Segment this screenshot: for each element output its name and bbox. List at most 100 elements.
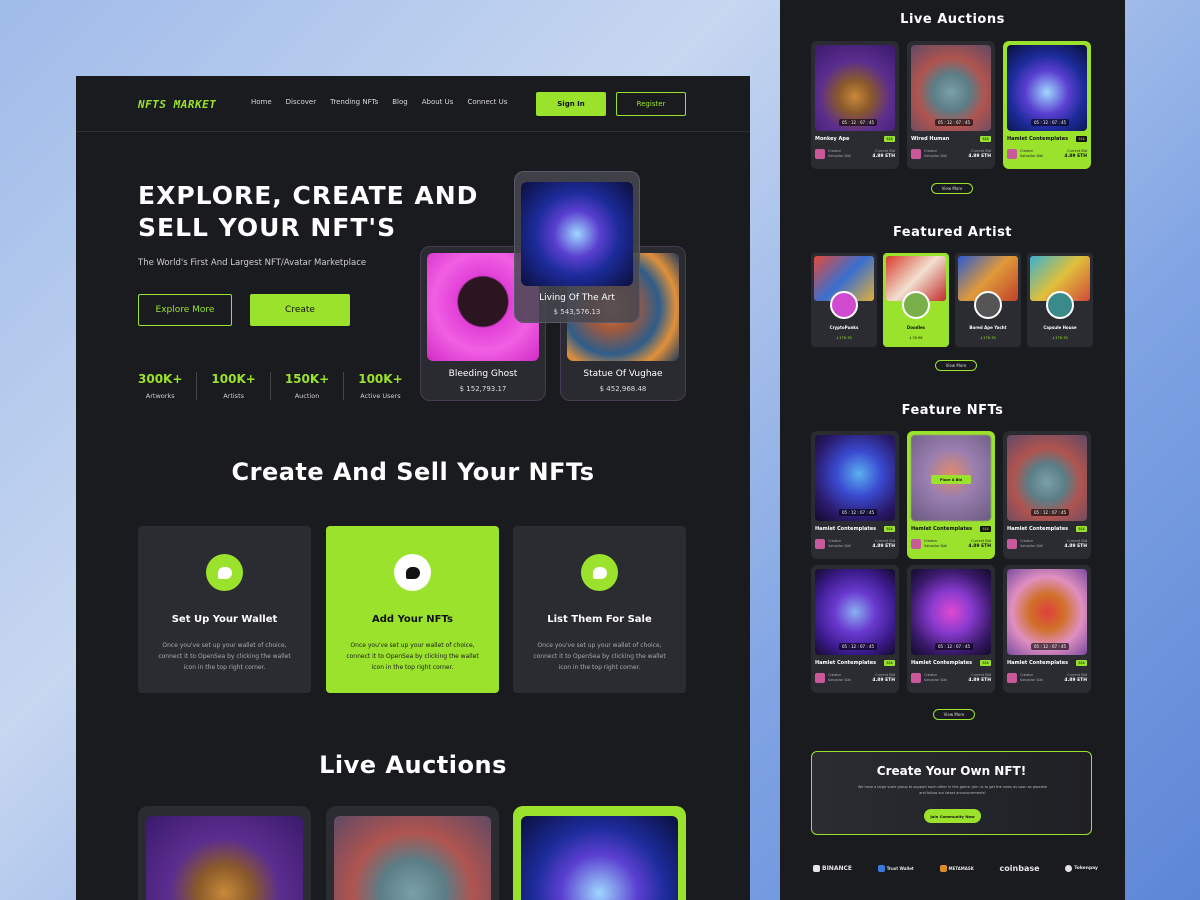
explore-more-button[interactable]: Explore More — [138, 294, 232, 326]
nav-link-about[interactable]: About Us — [422, 98, 454, 106]
artist-name: CryptoPunks — [829, 325, 859, 330]
brand-trust-wallet: Trust Wallet — [877, 865, 914, 872]
creator-avatar — [815, 149, 825, 159]
creator-info: Creator Salvador Dali — [828, 673, 851, 683]
auction-card[interactable] — [326, 806, 499, 900]
creator-info: Creator Salvador Dali — [828, 539, 851, 549]
fox-icon — [939, 865, 947, 872]
stat-auction: 150K+ Auction — [269, 372, 343, 400]
stat-number: 100K+ — [211, 372, 256, 386]
creator-info: Creator Salvador Dali — [1020, 539, 1043, 549]
feature-nft-card[interactable]: Place A Bid Hamlet Contemplates $$$ Crea… — [907, 431, 995, 559]
step-card-add-nfts[interactable]: Add Your NFTs Once you've set up your wa… — [326, 526, 499, 693]
brand-coinbase: coinbase — [1000, 864, 1040, 873]
creator-avatar — [1007, 149, 1017, 159]
creator-avatar — [1007, 539, 1017, 549]
view-more-button[interactable]: View More — [935, 360, 977, 371]
nav-link-discover[interactable]: Discover — [286, 98, 316, 106]
feature-nft-card[interactable]: 05 : 12 : 07 : 45 Hamlet Contemplates $$… — [811, 565, 899, 693]
nft-name: Hamlet Contemplates — [815, 526, 877, 532]
logo[interactable]: NFTS MARKET — [138, 98, 216, 111]
artist-price: ‡ 76.98 — [909, 336, 923, 340]
brand-name: BINANCE — [822, 865, 852, 872]
current-bid: Current Bid 4.89 ETH — [872, 673, 895, 683]
view-more-button[interactable]: View More — [931, 183, 973, 194]
nav-link-connect[interactable]: Connect Us — [467, 98, 507, 106]
artist-avatar — [1046, 291, 1074, 319]
current-bid: Current Bid 4.89 ETH — [968, 149, 991, 159]
creator-name: Salvador Dali — [924, 544, 948, 548]
countdown-timer: 05 : 12 : 07 : 45 — [935, 119, 974, 126]
create-button[interactable]: Create — [250, 294, 350, 326]
step-title: Add Your NFTs — [372, 614, 453, 625]
feature-nft-card[interactable]: 05 : 12 : 07 : 45 Hamlet Contemplates $$… — [811, 431, 899, 559]
nft-image — [521, 816, 678, 900]
artist-avatar — [974, 291, 1002, 319]
nav-link-home[interactable]: Home — [251, 98, 272, 106]
auction-card[interactable]: 05 : 12 : 07 : 45 Hamlet Contemplates $$… — [1003, 41, 1091, 169]
place-bid-button[interactable]: Place A Bid — [931, 475, 971, 484]
feature-nft-card[interactable]: 05 : 12 : 07 : 45 Hamlet Contemplates $$… — [1003, 565, 1091, 693]
stat-label: Artists — [223, 392, 244, 400]
countdown-timer: 05 : 12 : 07 : 45 — [1031, 643, 1070, 650]
nft-name: Hamlet Contemplates — [1007, 526, 1069, 532]
auction-card[interactable]: 05 : 12 : 07 : 45 Wired Human $$$ Creato… — [907, 41, 995, 169]
nft-image — [334, 816, 491, 900]
step-card-list-for-sale[interactable]: List Them For Sale Once you've set up yo… — [513, 526, 686, 693]
creator-name: Salvador Dali — [828, 544, 852, 548]
auction-card[interactable] — [138, 806, 311, 900]
countdown-timer: 05 : 12 : 07 : 45 — [1031, 119, 1070, 126]
price-badge: $$$ — [884, 660, 895, 666]
nft-name: Hamlet Contemplates — [1007, 136, 1069, 142]
artist-name: Capsule House — [1043, 325, 1077, 330]
brand-metamask: METAMASK — [939, 865, 974, 872]
brand-binance: BINANCE — [813, 865, 852, 872]
auction-card[interactable]: 05 : 12 : 07 : 45 Monkey Ape $$$ Creator… — [811, 41, 899, 169]
price-badge: $$$ — [1076, 526, 1087, 532]
auction-card[interactable] — [513, 806, 686, 900]
nft-name: Hamlet Contemplates — [911, 660, 973, 666]
step-title: Set Up Your Wallet — [171, 614, 278, 625]
nav-link-blog[interactable]: Blog — [392, 98, 407, 106]
nft-image — [146, 816, 303, 900]
join-community-button[interactable]: Join Community Now — [924, 809, 981, 823]
bid-value: 4.89 ETH — [968, 678, 991, 683]
landing-page-mockup: NFTS MARKET Home Discover Trending NFTs … — [76, 76, 750, 900]
step-description: Once you've set up your wallet of choice… — [158, 642, 291, 671]
brand-name: METAMASK — [948, 866, 974, 871]
artist-card[interactable]: Capsule House ‡ 376.78 — [1027, 253, 1093, 347]
brand-name: Tokenpay — [1074, 866, 1098, 871]
creator-info: Creator Salvador Dali — [1020, 149, 1043, 159]
artist-card[interactable]: Bored Ape Yacht ‡ 376.78 — [955, 253, 1021, 347]
feature-nft-card[interactable]: 05 : 12 : 07 : 45 Hamlet Contemplates $$… — [1003, 431, 1091, 559]
brand-tokenpay: Tokenpay — [1065, 865, 1098, 872]
brand-name: coinbase — [999, 864, 1040, 873]
step-description: Once you've set up your wallet of choice… — [533, 642, 666, 671]
sign-in-button[interactable]: Sign In — [536, 92, 606, 116]
current-bid: Current Bid 4.89 ETH — [872, 539, 895, 549]
creator-info: Creator Salvador Dali — [924, 539, 947, 549]
artist-card[interactable]: Doodles ‡ 76.98 — [883, 253, 949, 347]
brand-name: Trust Wallet — [886, 866, 914, 871]
feature-nft-card[interactable]: 05 : 12 : 07 : 45 Hamlet Contemplates $$… — [907, 565, 995, 693]
bid-value: 4.89 ETH — [1064, 154, 1087, 159]
card-name: Statue Of Vughae — [583, 369, 663, 379]
create-section-title: Create And Sell Your NFTs — [231, 458, 595, 486]
step-card-wallet[interactable]: Set Up Your Wallet Once you've set up yo… — [138, 526, 311, 693]
artist-card[interactable]: CryptoPunks ‡ 376.78 — [811, 253, 877, 347]
nav-link-trending[interactable]: Trending NFTs — [330, 98, 378, 106]
register-button[interactable]: Register — [616, 92, 686, 116]
artist-price: ‡ 376.78 — [836, 336, 852, 340]
hero-title: EXPLORE, CREATE AND SELL YOUR NFT'S — [138, 181, 479, 242]
nft-name: Hamlet Contemplates — [911, 526, 973, 532]
create-nft-cta-panel: Create Your Own NFT! We have a large sca… — [811, 751, 1092, 835]
card-name: Bleeding Ghost — [448, 369, 518, 379]
creator-avatar — [815, 539, 825, 549]
hero-card-living-of-the-art[interactable]: Living Of The Art $ 543,576.13 — [514, 171, 640, 323]
view-more-button[interactable]: View More — [933, 709, 975, 720]
stat-label: Auction — [294, 392, 320, 400]
creator-avatar — [1007, 673, 1017, 683]
artist-name: Doodles — [906, 325, 926, 330]
artist-avatar — [830, 291, 858, 319]
price-badge: $$$ — [980, 136, 991, 142]
